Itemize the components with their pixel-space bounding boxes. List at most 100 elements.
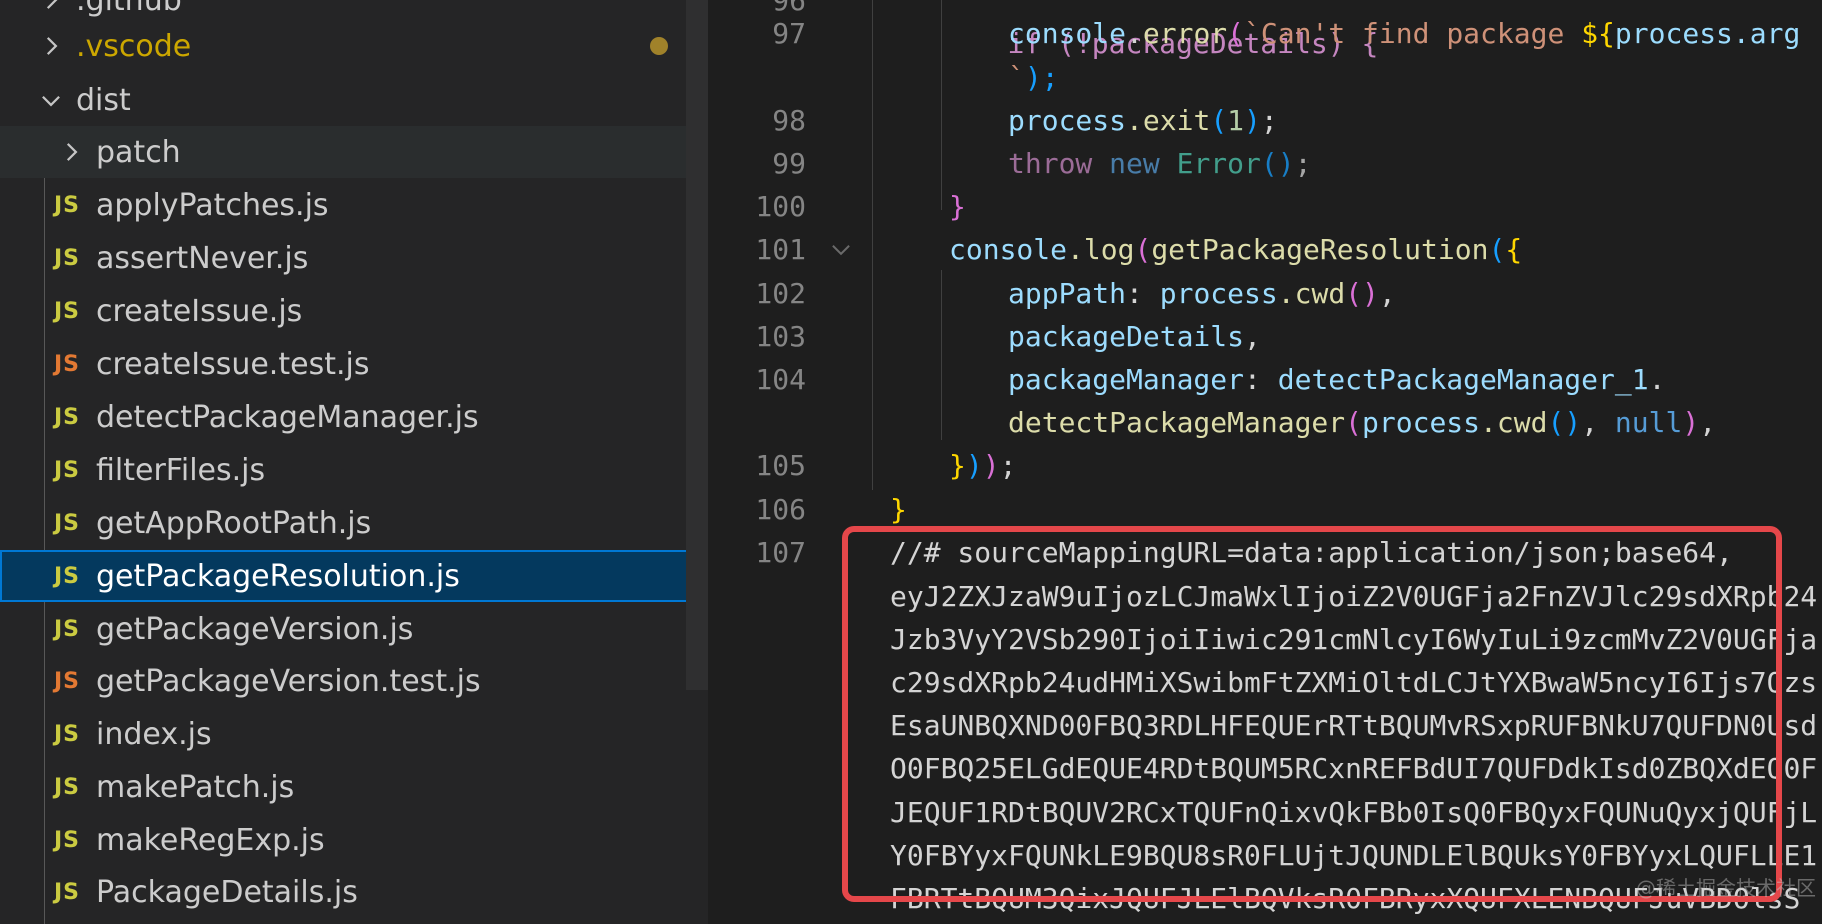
line-number: 102 (755, 277, 806, 310)
js-file-icon: JS (54, 879, 81, 905)
code-line: } (949, 190, 966, 223)
js-file-icon: JS (54, 616, 81, 642)
js-file-icon: JS (54, 774, 81, 800)
js-file-icon: JS (54, 298, 81, 324)
tree-item-label: makePatch.js (96, 769, 295, 805)
js-file-icon: JS (54, 721, 81, 747)
tree-file[interactable]: JS detectPackageManager.js (0, 391, 708, 443)
indent-guide (872, 0, 873, 490)
code-token: .cwd (1277, 277, 1346, 310)
code-token: Error (1176, 147, 1261, 180)
fold-chevron-icon[interactable] (828, 236, 854, 262)
js-test-file-icon: JS (54, 351, 81, 377)
code-token: getPackageResolution (1151, 233, 1489, 266)
js-file-icon: JS (54, 245, 81, 271)
code-token: ( (1227, 17, 1245, 50)
chevron-right-icon (36, 0, 66, 15)
tree-file[interactable]: JS index.js (0, 708, 708, 760)
line-number: 105 (755, 449, 806, 482)
tree-item-label: applyPatches.js (96, 187, 329, 223)
code-token: process.arg (1614, 17, 1801, 50)
tree-file[interactable]: JS getPackageVersion.test.js (0, 655, 708, 707)
tree-item-label: index.js (96, 716, 212, 752)
chevron-right-icon (56, 137, 86, 167)
line-number: 100 (755, 190, 806, 223)
line-number: 104 (755, 363, 806, 396)
code-line: process.exit(1); (1008, 104, 1278, 137)
tree-item-label: makeRegExp.js (96, 822, 325, 858)
line-number: 99 (772, 147, 806, 180)
line-number: 106 (755, 493, 806, 526)
code-line: throw new Error(); (1008, 147, 1312, 180)
code-token: console (949, 233, 1068, 266)
tree-folder-dist[interactable]: dist (0, 74, 708, 126)
tree-item-label: createIssue.test.js (96, 346, 370, 382)
tree-item-label: patch (96, 134, 181, 170)
code-line: })); (949, 449, 1017, 482)
tree-item-label: detectPackageManager.js (96, 399, 479, 435)
code-token: packageManager (1008, 363, 1245, 396)
tree-file[interactable]: JS assertNever.js (0, 232, 708, 284)
tree-file[interactable]: JS getAppRootPath.js (0, 497, 708, 549)
tree-item-label: createIssue.js (96, 293, 303, 329)
tree-folder-patch[interactable]: patch (0, 126, 708, 178)
code-token: process (1159, 277, 1278, 310)
code-line: console.log(getPackageResolution({ (949, 233, 1523, 266)
code-token: . (1126, 17, 1143, 50)
code-token: packageDetails (1008, 320, 1245, 353)
code-line: console.error(`Can't find package ${proc… (1008, 12, 1800, 55)
modified-indicator-icon (650, 37, 668, 55)
js-file-icon: JS (54, 827, 81, 853)
tree-file[interactable]: JS createIssue.js (0, 285, 708, 337)
code-token: detectPackageManager (1008, 406, 1346, 439)
tree-item-label: assertNever.js (96, 240, 309, 276)
tree-item-label: PackageDetails.js (96, 874, 358, 910)
line-number: 97 (772, 17, 806, 50)
tree-item-label: getPackageResolution.js (96, 558, 460, 594)
js-file-icon: JS (54, 404, 81, 430)
tree-file[interactable]: JS createIssue.test.js (0, 338, 708, 390)
code-token: process (1362, 406, 1481, 439)
code-token: .exit (1126, 104, 1211, 137)
code-token: .cwd (1480, 406, 1548, 439)
line-number: 98 (772, 104, 806, 137)
tree-file[interactable]: JS makePatch.js (0, 761, 708, 813)
code-line: appPath: process.cwd(), (1008, 277, 1396, 310)
line-number: 107 (755, 536, 806, 569)
tree-item-label: dist (76, 82, 131, 118)
code-token: `Can't find package (1244, 17, 1582, 50)
watermark: @稀土掘金技术社区 (1636, 876, 1816, 900)
chevron-right-icon (36, 31, 66, 61)
code-token: new (1109, 147, 1160, 180)
tree-file[interactable]: JS PackageDetails.js (0, 866, 708, 918)
tree-file[interactable]: JS makeRegExp.js (0, 814, 708, 866)
code-token: null (1614, 406, 1683, 439)
line-number: 103 (755, 320, 806, 353)
code-token: throw (1008, 147, 1093, 180)
tree-item-label: .github (76, 0, 182, 18)
code-token: detectPackageManager_1 (1277, 363, 1649, 396)
highlight-annotation-box (842, 526, 1782, 902)
code-token: error (1142, 17, 1228, 50)
tree-item-label: filterFiles.js (96, 452, 266, 488)
chevron-down-icon (36, 85, 66, 115)
code-token: ); (1024, 61, 1059, 94)
explorer-sidebar: .github .vscode dist patch JS applyPatch… (0, 0, 708, 924)
tree-file[interactable]: JS applyPatches.js (0, 179, 708, 231)
code-line: `); (1008, 56, 1059, 99)
code-token: process (1008, 104, 1127, 137)
code-token: .log (1067, 233, 1135, 266)
js-file-icon: JS (54, 563, 81, 589)
code-token: console (1008, 17, 1127, 50)
js-test-file-icon: JS (54, 668, 81, 694)
code-token: ${ (1581, 17, 1615, 50)
tree-file[interactable]: JS getPackageVersion.js (0, 603, 708, 655)
code-line: } (890, 493, 907, 526)
line-number: 101 (755, 233, 806, 266)
code-line: packageManager: detectPackageManager_1. (1008, 363, 1666, 396)
code-token: appPath (1008, 277, 1127, 310)
tree-file[interactable]: JS filterFiles.js (0, 444, 708, 496)
sidebar-scrollbar[interactable] (686, 0, 708, 690)
tree-file-selected[interactable]: JS getPackageResolution.js (0, 550, 708, 602)
tree-folder-vscode[interactable]: .vscode (0, 20, 708, 72)
